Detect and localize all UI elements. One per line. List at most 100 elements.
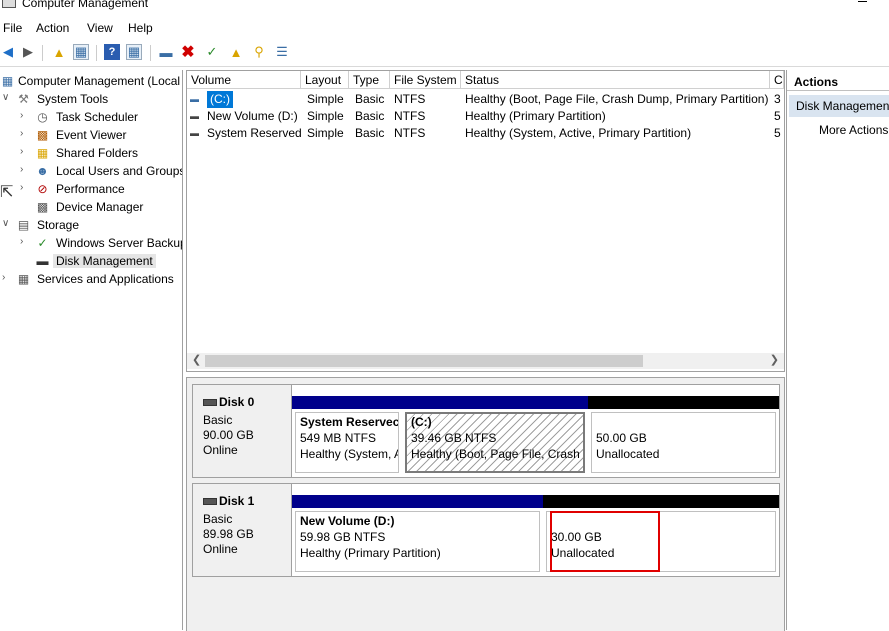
- connect-icon[interactable]: ▬: [158, 44, 174, 60]
- volume-file-system: NTFS: [394, 92, 426, 106]
- column-header-layout[interactable]: Layout: [301, 71, 349, 89]
- disk-info[interactable]: Disk 0 Basic 90.00 GB Online: [193, 385, 292, 477]
- menu-help[interactable]: Help: [128, 21, 153, 35]
- partition-title: (C:): [411, 415, 432, 429]
- tree-item-windows-server-backup[interactable]: › ✓ Windows Server Backup: [0, 234, 182, 252]
- volume-capacity: 5: [774, 126, 781, 140]
- chevron-down-icon[interactable]: ∨: [2, 92, 12, 103]
- partition-unallocated[interactable]: 50.00 GB Unallocated: [588, 396, 779, 476]
- tree-item-performance[interactable]: › ⊘ Performance: [0, 180, 182, 198]
- volume-layout: Simple: [307, 92, 344, 106]
- minimize-button[interactable]: [858, 1, 867, 2]
- menu-file[interactable]: File: [3, 21, 22, 35]
- disk-name: Disk 0: [203, 395, 254, 409]
- tree-item-local-users[interactable]: › ☻ Local Users and Groups: [0, 162, 182, 180]
- chevron-right-icon[interactable]: ›: [20, 110, 30, 121]
- computer-management-icon: [2, 0, 16, 8]
- disk-status: Online: [203, 542, 238, 556]
- partition-body: System Reservec 549 MB NTFS Healthy (Sys…: [295, 412, 399, 473]
- tree-item-event-viewer[interactable]: › ▩ Event Viewer: [0, 126, 182, 144]
- chevron-right-icon[interactable]: ›: [20, 236, 30, 247]
- disk-icon: ▬: [36, 253, 49, 268]
- tree-item-storage[interactable]: ∨ ▤ Storage: [0, 216, 182, 234]
- scroll-left-icon[interactable]: ❮: [192, 353, 201, 366]
- disk-type: Basic: [203, 413, 233, 427]
- actions-header: Actions: [787, 70, 889, 91]
- chevron-down-icon[interactable]: ∨: [2, 218, 12, 229]
- menu-view[interactable]: View: [87, 21, 113, 35]
- tree-item-system-tools[interactable]: ∨ ⚒ System Tools: [0, 90, 182, 108]
- users-icon: ☻: [36, 163, 49, 178]
- more-actions-link[interactable]: More Actions: [819, 123, 888, 137]
- search-icon[interactable]: ⚲: [251, 44, 267, 60]
- title-bar: Computer Management: [0, 0, 889, 14]
- table-row[interactable]: ▬ (C:) Simple Basic NTFS Healthy (Boot, …: [187, 91, 784, 108]
- scrollbar-thumb[interactable]: [205, 355, 643, 367]
- event-viewer-icon: ▩: [36, 127, 49, 142]
- volume-layout: Simple: [307, 126, 344, 140]
- column-header-file-system[interactable]: File System: [390, 71, 461, 89]
- table-row[interactable]: ▬ System Reserved Simple Basic NTFS Heal…: [187, 125, 784, 142]
- highlight-box: [550, 511, 660, 572]
- mouse-cursor-icon: ⇱: [0, 184, 14, 201]
- tools-icon: ⚒: [18, 91, 29, 106]
- volume-name: (C:): [207, 91, 233, 108]
- delete-icon[interactable]: ✖: [180, 44, 196, 61]
- column-header-type[interactable]: Type: [349, 71, 390, 89]
- tree-item-task-scheduler[interactable]: › ◷ Task Scheduler: [0, 108, 182, 126]
- list-view-icon[interactable]: ☰: [274, 44, 290, 60]
- column-header-status[interactable]: Status: [461, 71, 770, 89]
- partition-bar: [292, 495, 543, 508]
- volume-name: New Volume (D:): [207, 109, 298, 123]
- partition-bar: [543, 495, 779, 508]
- tree-item-device-manager[interactable]: ▩ Device Manager: [0, 198, 182, 216]
- table-row[interactable]: ▬ New Volume (D:) Simple Basic NTFS Heal…: [187, 108, 784, 125]
- tree-item-services-and-applications[interactable]: › ▦ Services and Applications: [0, 270, 182, 288]
- partition-bar: [292, 396, 402, 409]
- partition-c[interactable]: (C:) 39.46 GB NTFS Healthy (Boot, Page F…: [402, 396, 588, 476]
- chevron-right-icon[interactable]: ›: [2, 272, 12, 283]
- volume-icon: ▬: [190, 128, 199, 138]
- shared-folder-icon: ▦: [36, 145, 49, 160]
- services-icon: ▦: [17, 271, 30, 286]
- column-header-capacity[interactable]: C: [770, 71, 784, 89]
- volume-name: System Reserved: [207, 126, 302, 140]
- chevron-right-icon[interactable]: ›: [20, 128, 30, 139]
- partition-body: (C:) 39.46 GB NTFS Healthy (Boot, Page F…: [405, 412, 585, 473]
- partition-bar: [402, 396, 588, 409]
- column-header-volume[interactable]: Volume: [187, 71, 301, 89]
- open-icon[interactable]: ▲: [228, 44, 244, 60]
- show-hide-action-pane-icon[interactable]: ▦: [126, 44, 142, 60]
- partition-unallocated[interactable]: 30.00 GB Unallocated: [543, 495, 779, 575]
- disk-info[interactable]: Disk 1 Basic 89.98 GB Online: [193, 484, 292, 576]
- up-folder-icon[interactable]: ▲: [51, 44, 67, 60]
- forward-arrow-icon[interactable]: ▶: [20, 44, 36, 60]
- storage-icon: ▤: [17, 217, 30, 232]
- partition-system-reserved[interactable]: System Reservec 549 MB NTFS Healthy (Sys…: [292, 396, 402, 476]
- tree-item-root[interactable]: ▦ Computer Management (Local: [0, 72, 182, 90]
- partition-size: 50.00 GB: [596, 431, 647, 445]
- volume-icon: ▬: [190, 111, 199, 121]
- toolbar-separator: [150, 45, 151, 61]
- actions-section-disk-management[interactable]: Disk Management: [789, 95, 889, 117]
- help-icon[interactable]: ?: [104, 44, 120, 60]
- partition-new-volume-d[interactable]: New Volume (D:) 59.98 GB NTFS Healthy (P…: [292, 495, 543, 575]
- show-hide-tree-icon[interactable]: ▦: [73, 44, 89, 60]
- disk-icon: [203, 399, 217, 407]
- chevron-right-icon[interactable]: ›: [20, 182, 30, 193]
- menu-bar: File Action View Help: [0, 18, 889, 38]
- back-arrow-icon[interactable]: ◀: [0, 44, 16, 60]
- window-title: Computer Management: [22, 0, 149, 10]
- volume-type: Basic: [355, 109, 385, 123]
- actions-pane: Actions Disk Management More Actions: [786, 70, 889, 630]
- horizontal-scrollbar[interactable]: ❮ ❯: [187, 353, 784, 369]
- chevron-right-icon[interactable]: ›: [20, 146, 30, 157]
- chevron-right-icon[interactable]: ›: [20, 164, 30, 175]
- tree-item-shared-folders[interactable]: › ▦ Shared Folders: [0, 144, 182, 162]
- tree-item-disk-management[interactable]: ▬ Disk Management: [0, 252, 182, 270]
- scroll-right-icon[interactable]: ❯: [770, 353, 779, 366]
- properties-check-icon[interactable]: ✓: [204, 44, 220, 60]
- toolbar-separator: [42, 45, 43, 61]
- computer-icon: ▦: [1, 73, 14, 88]
- menu-action[interactable]: Action: [36, 21, 69, 35]
